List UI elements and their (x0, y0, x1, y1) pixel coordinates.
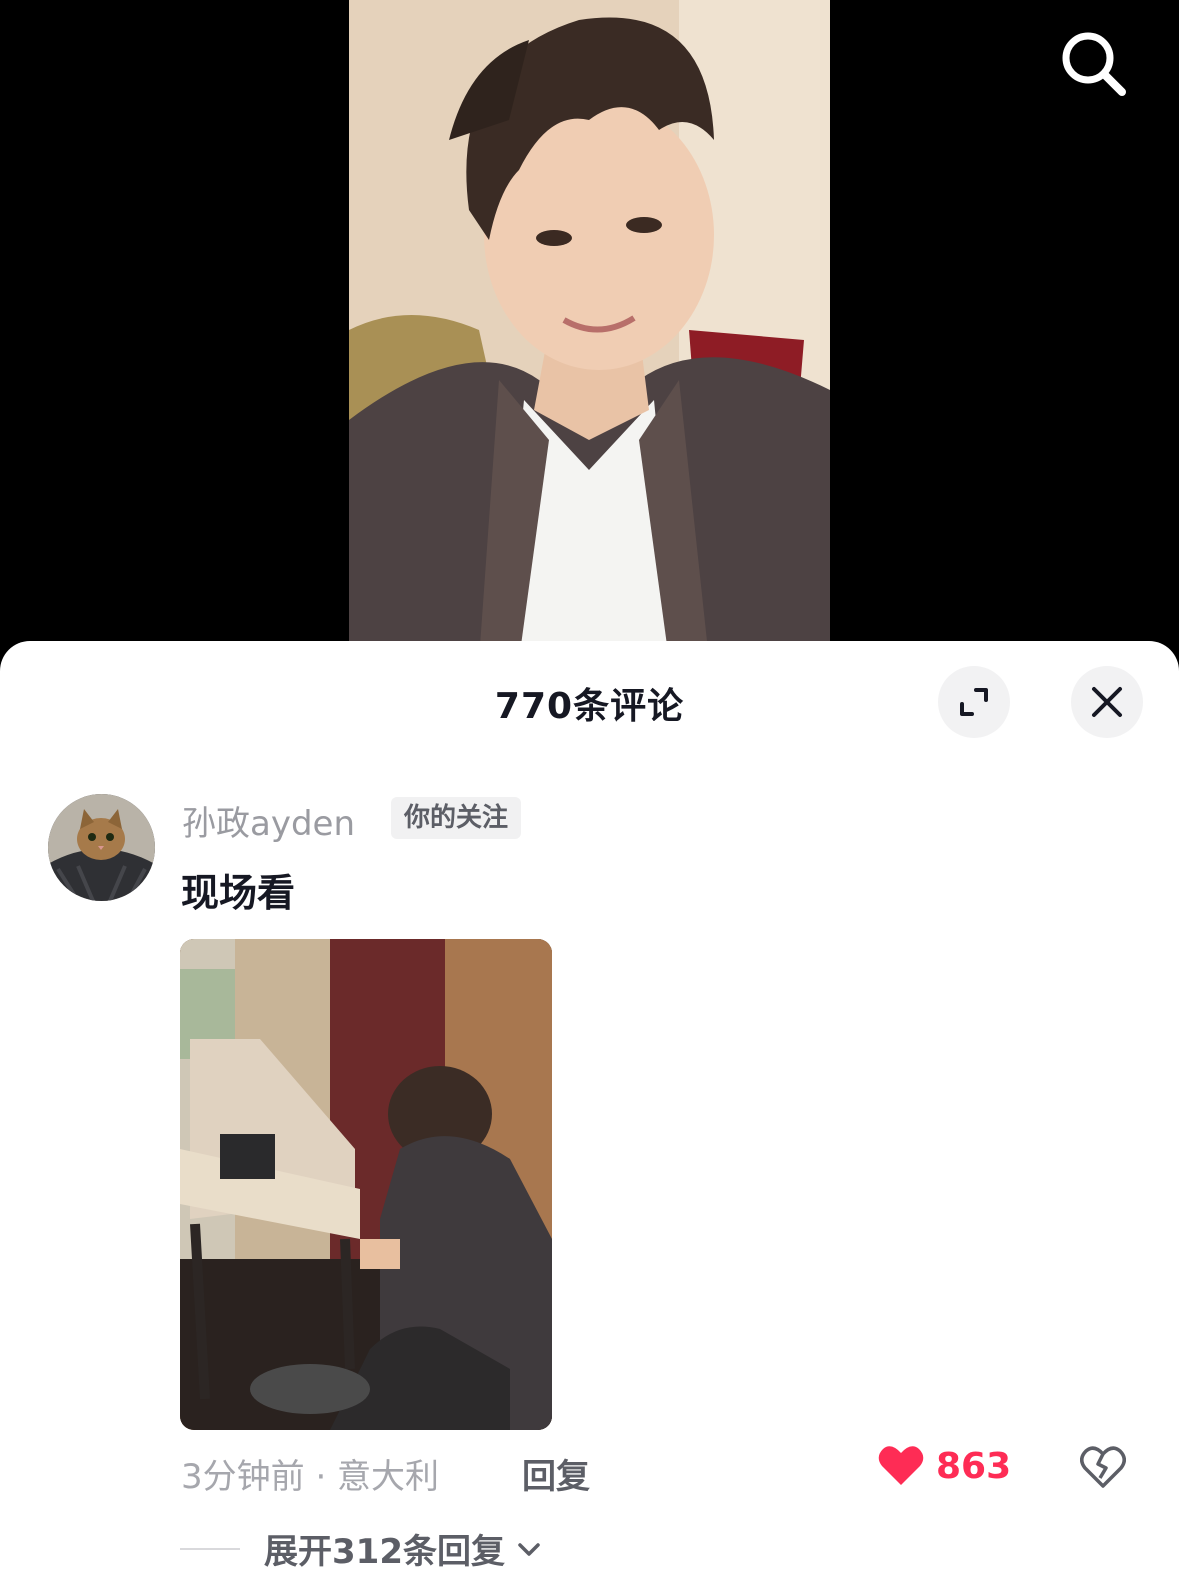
video-frame[interactable] (349, 0, 830, 660)
search-button[interactable] (1058, 28, 1130, 100)
expand-replies-button[interactable]: 展开312条回复 (180, 1524, 543, 1573)
following-badge: 你的关注 (391, 797, 522, 839)
video-player[interactable] (0, 0, 1179, 660)
comment-username[interactable]: 孙政ayden (182, 796, 355, 845)
close-icon (1092, 687, 1122, 717)
comment-photo (180, 939, 552, 1430)
broken-heart-icon (1080, 1446, 1126, 1488)
video-still-portrait (349, 0, 830, 660)
avatar[interactable] (48, 794, 155, 901)
like-button[interactable]: 863 (878, 1441, 1011, 1491)
search-icon (1062, 32, 1126, 96)
expand-icon (960, 688, 988, 716)
heart-icon (878, 1446, 924, 1485)
expand-sheet-button[interactable] (938, 666, 1010, 738)
like-count: 863 (936, 1445, 1012, 1487)
comment-time-location: 3分钟前 · 意大利 (181, 1457, 440, 1497)
chevron-down-icon (518, 1542, 540, 1556)
dislike-button[interactable] (1080, 1444, 1126, 1490)
expand-replies-label: 展开312条回复 (264, 1532, 505, 1572)
comment-text: 现场看 (181, 871, 296, 915)
comment-image[interactable] (180, 939, 552, 1430)
reply-button[interactable]: 回复 (522, 1449, 590, 1498)
comments-sheet: 770条评论 孙政ayden 你的关注 现场看 3分钟前 · 意大利 回复 86… (0, 641, 1179, 1589)
divider-line (180, 1547, 240, 1550)
close-sheet-button[interactable] (1071, 666, 1143, 738)
avatar-cat-image (48, 794, 155, 901)
